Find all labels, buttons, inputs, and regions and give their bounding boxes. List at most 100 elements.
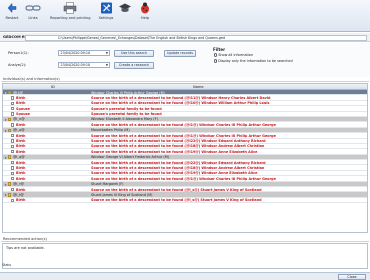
cell-id: Birth <box>16 165 26 170</box>
document-icon <box>11 96 14 100</box>
document-icon <box>11 106 14 111</box>
bottom-bar: Close <box>0 272 370 280</box>
links-label: Links <box>28 16 38 20</box>
document-icon <box>11 160 14 165</box>
filter-title: Filter <box>213 47 226 52</box>
person-icon <box>8 182 11 186</box>
restart-icon <box>7 2 17 14</box>
create-research-button[interactable]: Create a research <box>114 61 154 69</box>
cell-name: Source on the birth of a descendant to b… <box>91 198 262 203</box>
cell-name: Source on the birth of a descendant to b… <box>91 160 266 165</box>
individuals-grid[interactable]: ID Name ▾ @I1@ Windsor Charles III Philip … <box>2 83 368 233</box>
reporting-label: Reporting and printing <box>50 16 91 20</box>
col-header-name[interactable]: Name <box>193 85 204 89</box>
cell-name: Windsor George VI Albert Frederick Arthu… <box>91 155 169 160</box>
cell-name: Source on the birth of a descendant to b… <box>91 122 276 127</box>
close-button[interactable]: Close <box>338 274 366 280</box>
research-form: Person1(1): 23/04/2020 09:10 ▼ Use this … <box>0 43 370 77</box>
person2-value: 23/04/2020 09:10 <box>60 63 91 67</box>
person-icon <box>8 90 11 95</box>
document-icon <box>11 198 14 202</box>
cell-id: Birth <box>16 144 26 149</box>
graduation-button[interactable] <box>117 2 133 15</box>
cell-name: Windsor Elizabeth II Alexandra Mary (F) <box>91 117 158 122</box>
expand-toggle-icon[interactable]: ▾ <box>5 156 7 160</box>
document-icon <box>11 187 14 192</box>
person-icon <box>8 193 11 197</box>
cell-id: @I_t@ <box>13 192 24 197</box>
cell-id: Birth <box>16 101 26 106</box>
information-row[interactable]: Birth Source on the birth of a descendant… <box>3 198 367 204</box>
cell-id: Spouse <box>16 106 30 111</box>
links-icon <box>25 5 41 11</box>
expand-toggle-icon[interactable]: ▾ <box>5 193 7 197</box>
radio-on-icon <box>214 59 218 63</box>
reporting-button[interactable]: Reporting and printing <box>50 2 91 20</box>
cell-id: Birth <box>16 198 26 203</box>
gedcom-file-path[interactable]: C:\Users\Philippe\Geneal_Genrmes\_Echang… <box>25 34 367 41</box>
cell-name: Source on the birth of a descendant to b… <box>91 101 270 106</box>
filter-show-all-radio[interactable]: Show all information <box>214 53 253 57</box>
cell-id: Birth <box>16 171 26 176</box>
filter-only-radio[interactable]: Display only the information to be searc… <box>214 59 293 63</box>
update-records-button[interactable]: Update records <box>164 49 196 57</box>
cell-id: Birth <box>16 187 26 192</box>
cell-id: Birth <box>16 149 26 154</box>
cell-id: @I_q@ <box>13 155 25 160</box>
status-text: Statu <box>2 263 12 267</box>
person1-select[interactable]: 23/04/2020 09:10 ▼ <box>58 50 110 56</box>
cell-id: Spouse <box>16 112 30 117</box>
person2-select[interactable]: 23/04/2020 09:10 ▼ <box>58 62 110 68</box>
chevron-down-icon: ▼ <box>105 51 108 55</box>
main-toolbar: Restart Links Reporting and printing Set… <box>0 0 370 32</box>
document-icon <box>11 144 14 149</box>
cell-name: Spouse's parental family to be found <box>91 106 162 111</box>
help-label: Help <box>140 16 150 20</box>
radio-off-icon <box>214 53 218 57</box>
cell-id: Birth <box>16 176 26 181</box>
cell-name: Spouse's parental family to be found <box>91 112 162 117</box>
settings-button[interactable]: Settings <box>96 2 116 20</box>
use-search-button[interactable]: Use this search <box>114 49 154 57</box>
document-icon <box>11 177 14 181</box>
document-icon <box>11 133 14 138</box>
recommended-text: Tips are not available. <box>6 246 45 250</box>
cell-id: @I_n@ <box>13 117 25 122</box>
cell-name: Source on the birth of a descendant to b… <box>91 171 258 176</box>
cell-id: Birth <box>16 95 26 100</box>
document-icon <box>11 139 14 143</box>
document-icon <box>11 150 14 154</box>
gedcom-file-row: GEDCOM file: C:\Users\Philippe\Geneal_Ge… <box>0 33 370 42</box>
cell-id: @I_o@ <box>13 128 25 133</box>
cell-id: Birth <box>16 122 26 127</box>
expand-toggle-icon[interactable]: ▾ <box>5 183 7 187</box>
document-icon <box>11 112 14 116</box>
recommended-actions-panel: Tips are not available. <box>2 243 368 269</box>
chevron-down-icon: ▼ <box>105 63 108 67</box>
cell-id: Birth <box>16 133 26 138</box>
cell-name: Source on the birth of a descendant to b… <box>91 95 271 100</box>
help-button[interactable]: Help <box>137 2 153 20</box>
graduation-cap-icon <box>119 3 131 12</box>
person1-value: 23/04/2020 09:10 <box>60 51 91 55</box>
print-icon <box>63 2 77 14</box>
cell-name: Mountbatten Philip (M) <box>91 128 130 133</box>
help-icon <box>141 2 149 14</box>
expand-toggle-icon[interactable]: ▾ <box>5 129 7 133</box>
cell-id: @I1@ <box>13 90 23 95</box>
settings-icon <box>100 2 112 14</box>
document-icon <box>11 171 14 176</box>
col-header-id[interactable]: ID <box>51 85 55 89</box>
cell-name: Source on the birth of a descendant to b… <box>91 144 265 149</box>
links-button[interactable]: Links <box>22 2 44 20</box>
cell-name: Source on the birth of a descendant to b… <box>91 133 276 138</box>
cell-id: @I_r@ <box>13 182 24 187</box>
cell-name: Source on the birth of a descendant to b… <box>91 149 258 154</box>
cell-name: Source on the birth of a descendant to b… <box>91 139 266 144</box>
restart-label: Restart <box>5 16 19 20</box>
expand-toggle-icon[interactable]: ▾ <box>5 91 7 95</box>
cell-name: Stuart James IV King of Scotland (M) <box>91 192 153 197</box>
person2-label: Anslye(2): <box>8 63 27 67</box>
expand-toggle-icon[interactable]: ▾ <box>5 118 7 122</box>
restart-button[interactable]: Restart <box>3 2 21 20</box>
